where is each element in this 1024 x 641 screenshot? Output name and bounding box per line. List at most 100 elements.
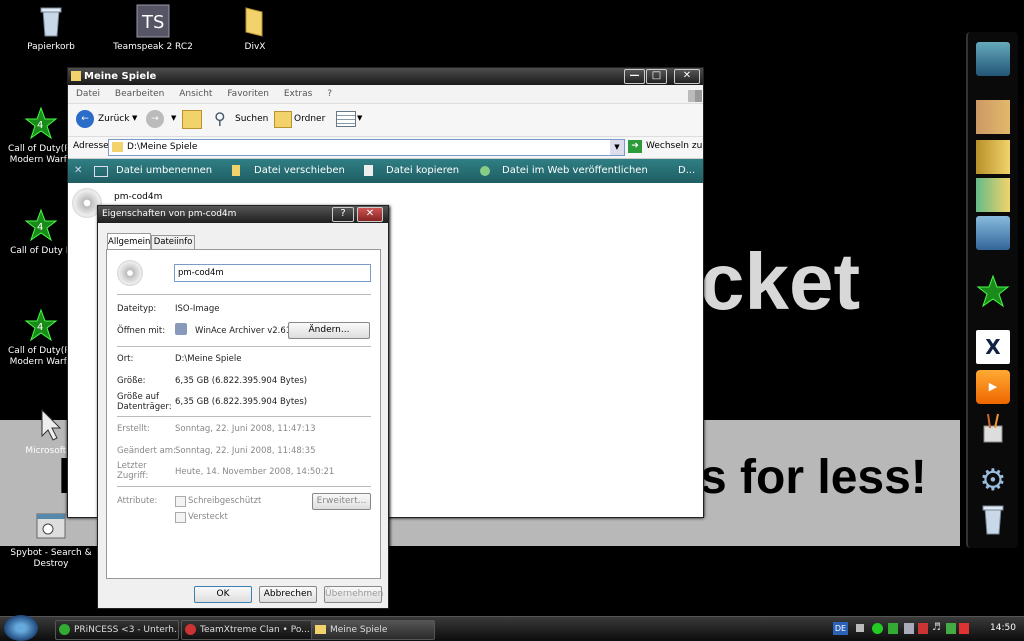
hidden-checkbox[interactable] <box>175 512 186 523</box>
file-name-input[interactable]: pm-cod4m <box>174 264 371 282</box>
back-dropdown-icon[interactable]: ▼ <box>132 114 137 122</box>
desktop-icon-label: Papierkorb <box>27 42 75 52</box>
folder-icon[interactable] <box>976 178 1010 212</box>
search-button-label[interactable]: Suchen <box>235 114 268 124</box>
folder-icon[interactable] <box>976 140 1010 174</box>
media-player-icon[interactable]: ▶ <box>976 370 1010 404</box>
svg-text:TS: TS <box>141 12 164 33</box>
menu-favoriten[interactable]: Favoriten <box>227 89 269 99</box>
forward-arrow-icon[interactable]: → <box>146 110 164 128</box>
up-folder-icon[interactable] <box>182 110 202 129</box>
taskbar-item-meine-spiele[interactable]: Meine Spiele <box>311 620 435 640</box>
type-value: ISO-Image <box>175 304 220 314</box>
disc-image-icon <box>117 260 143 286</box>
tray-network-icon[interactable] <box>856 624 864 632</box>
readonly-label: Schreibgeschützt <box>188 496 262 506</box>
ok-button[interactable]: OK <box>194 586 252 603</box>
watermark-band-right: s for less! <box>700 451 927 504</box>
spybot-icon <box>34 510 68 544</box>
svg-text:4: 4 <box>37 120 43 131</box>
separator <box>117 486 371 487</box>
desktop-icon-divx[interactable]: DivX <box>210 4 300 53</box>
back-button-label[interactable]: Zurück <box>98 114 129 124</box>
desktop-icon-spybot[interactable]: Spybot - Search & Destroy <box>6 510 96 570</box>
desktop-icon-label: Teamspeak 2 RC2 <box>113 42 193 52</box>
address-label: Adresse <box>73 141 109 151</box>
apply-button[interactable]: Übernehmen <box>324 586 383 603</box>
taskbar-item-label: PRiNCESS <3 - Unterh... <box>74 625 179 635</box>
xfire-icon[interactable]: X <box>976 330 1010 364</box>
address-value: D:\Meine Spiele <box>127 142 198 152</box>
maximize-button[interactable]: □ <box>646 69 667 84</box>
explorer-toolbar: ← Zurück ▼ → ▼ ⚲ Suchen Ordner ▼ <box>68 104 703 137</box>
file-name-value: pm-cod4m <box>178 268 224 278</box>
task-publish[interactable]: Datei im Web veröffentlichen <box>502 159 648 183</box>
task-more[interactable]: D... <box>678 159 695 183</box>
back-arrow-icon[interactable]: ← <box>76 110 94 128</box>
taskbar-item-teamxtreme[interactable]: TeamXtreme Clan • Po... <box>181 620 323 640</box>
address-input[interactable]: D:\Meine Spiele ▼ <box>108 139 625 156</box>
collapse-icon[interactable]: ✕ <box>74 159 82 183</box>
start-button[interactable] <box>4 615 38 641</box>
views-icon[interactable] <box>336 111 356 127</box>
attributes-label: Attribute: <box>117 496 158 506</box>
taskbar-item-label: Meine Spiele <box>330 625 388 635</box>
folders-icon[interactable] <box>274 111 292 128</box>
search-icon[interactable]: ⚲ <box>214 109 226 128</box>
svg-text:4: 4 <box>37 322 43 333</box>
go-button-label[interactable]: Wechseln zu <box>646 141 702 151</box>
tray-volume-icon[interactable]: ♬ <box>932 622 941 633</box>
folder-icon <box>238 4 272 38</box>
language-indicator[interactable]: DE <box>833 622 848 635</box>
dialog-title-bar[interactable]: Eigenschaften von pm-cod4m ? ✕ <box>98 206 388 223</box>
cancel-button[interactable]: Abbrechen <box>259 586 317 603</box>
dialog-close-button[interactable]: ✕ <box>357 207 383 222</box>
advanced-button[interactable]: Erweitert... <box>312 493 371 510</box>
menu-bearbeiten[interactable]: Bearbeiten <box>115 89 164 99</box>
folders-button-label[interactable]: Ordner <box>294 114 325 124</box>
menu-extras[interactable]: Extras <box>284 89 312 99</box>
folder-icon[interactable] <box>976 100 1010 134</box>
tab-dateiinfo-label: Dateiinfo <box>153 237 193 247</box>
gear-icon[interactable]: ⚙ <box>976 464 1010 498</box>
rename-icon <box>94 166 108 177</box>
my-computer-icon[interactable] <box>976 42 1010 76</box>
properties-dialog[interactable]: Eigenschaften von pm-cod4m ? ✕ Allgemein… <box>97 205 389 609</box>
call-of-duty-icon[interactable] <box>976 274 1010 308</box>
address-dropdown-icon[interactable]: ▼ <box>610 140 624 155</box>
views-dropdown-icon[interactable]: ▼ <box>357 114 362 122</box>
clock[interactable]: 14:50 <box>990 623 1016 633</box>
windows-logo-icon <box>688 90 702 102</box>
tray-app-icon[interactable] <box>904 623 914 634</box>
readonly-checkbox[interactable] <box>175 496 186 507</box>
forward-dropdown-icon[interactable]: ▼ <box>171 114 176 122</box>
menu-datei[interactable]: Datei <box>76 89 100 99</box>
tray-messenger-icon[interactable] <box>888 623 898 634</box>
help-button[interactable]: ? <box>332 207 354 222</box>
disk-size-label: Größe auf Datenträger: <box>117 392 172 412</box>
task-move[interactable]: Datei verschieben <box>254 159 345 183</box>
minimize-button[interactable]: — <box>624 69 645 84</box>
network-icon[interactable] <box>976 216 1010 250</box>
desktop-icon-label: DivX <box>244 42 266 52</box>
tray-antivirus-icon[interactable] <box>959 623 969 634</box>
menu-help[interactable]: ? <box>327 89 332 99</box>
task-rename[interactable]: Datei umbenennen <box>116 159 212 183</box>
tray-shield-icon[interactable] <box>872 623 883 634</box>
desktop-icon-recycle-bin[interactable]: Papierkorb <box>6 4 96 53</box>
menu-ansicht[interactable]: Ansicht <box>179 89 212 99</box>
paint-brushes-icon[interactable] <box>976 410 1010 444</box>
explorer-title-bar[interactable]: Meine Spiele — □ ✕ <box>68 68 703 85</box>
recycle-bin-icon[interactable] <box>976 502 1010 536</box>
tray-app-icon[interactable] <box>946 623 956 634</box>
change-button[interactable]: Ändern... <box>288 322 370 339</box>
task-copy[interactable]: Datei kopieren <box>386 159 459 183</box>
separator <box>117 416 371 417</box>
tab-dateiinfo[interactable]: Dateiinfo <box>151 235 195 249</box>
tab-allgemein[interactable]: Allgemein <box>107 233 151 250</box>
tray-warning-icon[interactable] <box>918 623 928 634</box>
taskbar-item-princess[interactable]: PRiNCESS <3 - Unterh... <box>55 620 179 640</box>
desktop-icon-teamspeak[interactable]: TS Teamspeak 2 RC2 <box>108 4 198 53</box>
close-button[interactable]: ✕ <box>674 69 700 84</box>
go-arrow-icon[interactable]: ➜ <box>628 140 642 153</box>
